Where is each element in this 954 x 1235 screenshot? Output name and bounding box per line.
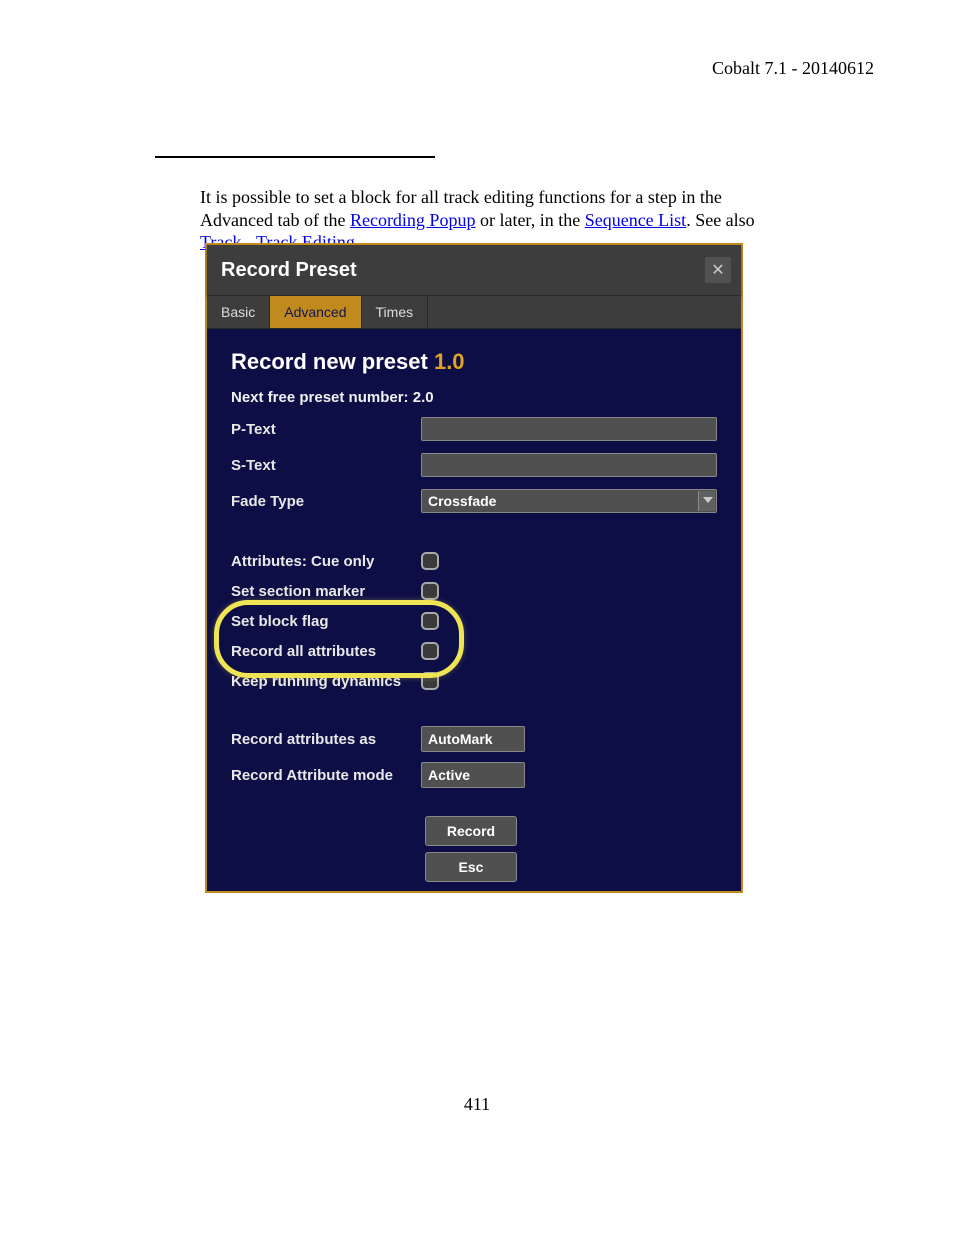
keep-running-label: Keep running dynamics — [231, 673, 421, 690]
link-recording-popup[interactable]: Recording Popup — [350, 210, 476, 230]
section-marker-label: Set section marker — [231, 583, 421, 600]
next-free-row: Next free preset number: 2.0 — [231, 389, 717, 406]
record-as-select[interactable]: AutoMark — [421, 726, 525, 752]
fadetype-value: Crossfade — [428, 493, 496, 509]
record-as-label: Record attributes as — [231, 731, 421, 748]
record-mode-select[interactable]: Active — [421, 762, 525, 788]
section-separator — [155, 156, 435, 158]
heading-number: 1.0 — [434, 349, 465, 374]
fadetype-label: Fade Type — [231, 493, 421, 510]
ptext-input[interactable] — [421, 417, 717, 441]
stext-input[interactable] — [421, 453, 717, 477]
heading-text: Record new preset — [231, 349, 434, 374]
body-text-mid1: or later, in the — [475, 210, 584, 230]
tab-advanced[interactable]: Advanced — [270, 296, 361, 328]
record-all-checkbox[interactable] — [421, 642, 439, 660]
esc-button[interactable]: Esc — [425, 852, 517, 882]
document-header: Cobalt 7.1 - 20140612 — [712, 58, 874, 79]
page-number: 411 — [0, 1094, 954, 1115]
keep-running-checkbox[interactable] — [421, 672, 439, 690]
block-flag-checkbox[interactable] — [421, 612, 439, 630]
ptext-label: P-Text — [231, 421, 421, 438]
section-marker-checkbox[interactable] — [421, 582, 439, 600]
stext-label: S-Text — [231, 457, 421, 474]
dialog-title: Record Preset — [221, 259, 357, 282]
dialog-body: Record new preset 1.0 Next free preset n… — [207, 329, 741, 902]
record-all-label: Record all attributes — [231, 643, 421, 660]
body-text-mid2: . See also — [686, 210, 754, 230]
dialog-tabs: Basic Advanced Times — [207, 295, 741, 329]
dialog-heading: Record new preset 1.0 — [231, 349, 717, 375]
next-free-value: 2.0 — [413, 389, 434, 406]
tab-times[interactable]: Times — [362, 296, 429, 328]
record-button[interactable]: Record — [425, 816, 517, 846]
record-mode-label: Record Attribute mode — [231, 767, 421, 784]
block-flag-label: Set block flag — [231, 613, 421, 630]
next-free-label: Next free preset number: — [231, 389, 413, 406]
close-button[interactable]: ✕ — [705, 257, 731, 283]
cueonly-label: Attributes: Cue only — [231, 553, 421, 570]
record-preset-dialog: Record Preset ✕ Basic Advanced Times Rec… — [205, 243, 743, 893]
link-sequence-list[interactable]: Sequence List — [585, 210, 686, 230]
tab-basic[interactable]: Basic — [207, 296, 270, 328]
chevron-down-icon — [703, 497, 713, 503]
fadetype-dropdown[interactable]: Crossfade — [421, 489, 717, 513]
cueonly-checkbox[interactable] — [421, 552, 439, 570]
close-icon: ✕ — [711, 260, 724, 280]
dialog-titlebar: Record Preset ✕ — [207, 245, 741, 295]
